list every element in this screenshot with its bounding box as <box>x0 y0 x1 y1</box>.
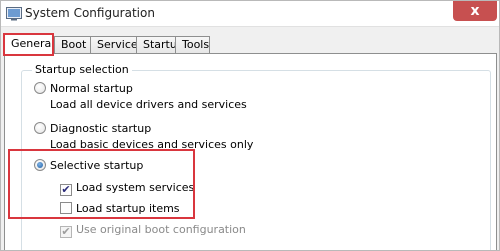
use-original-boot-configuration-label: Use original boot configuration <box>76 223 246 236</box>
system-configuration-window: System Configuration x General Boot Serv… <box>0 0 500 251</box>
tab-tools[interactable]: Tools <box>175 36 210 54</box>
tab-services[interactable]: Services <box>90 36 143 54</box>
window-title: System Configuration <box>25 6 155 20</box>
group-title: Startup selection <box>32 63 132 76</box>
normal-startup-description: Load all device drivers and services <box>50 98 247 111</box>
radio-icon <box>34 82 46 94</box>
selective-startup-highlight <box>8 149 195 219</box>
diagnostic-startup-label: Diagnostic startup <box>50 122 152 135</box>
use-original-boot-configuration-checkbox: ✔ Use original boot configuration <box>60 223 246 238</box>
tab-startup[interactable]: Startup <box>136 36 184 54</box>
diagnostic-startup-radio[interactable]: Diagnostic startup <box>34 122 151 135</box>
close-icon: x <box>470 3 480 19</box>
close-button[interactable]: x <box>453 1 497 21</box>
title-bar: System Configuration x <box>1 1 499 27</box>
checkmark-icon: ✔ <box>60 225 72 238</box>
normal-startup-label: Normal startup <box>50 82 133 95</box>
tab-boot[interactable]: Boot <box>54 36 91 54</box>
tab-general[interactable]: General <box>3 33 54 56</box>
normal-startup-radio[interactable]: Normal startup <box>34 82 133 95</box>
system-configuration-icon <box>6 7 22 21</box>
radio-icon <box>34 122 46 134</box>
